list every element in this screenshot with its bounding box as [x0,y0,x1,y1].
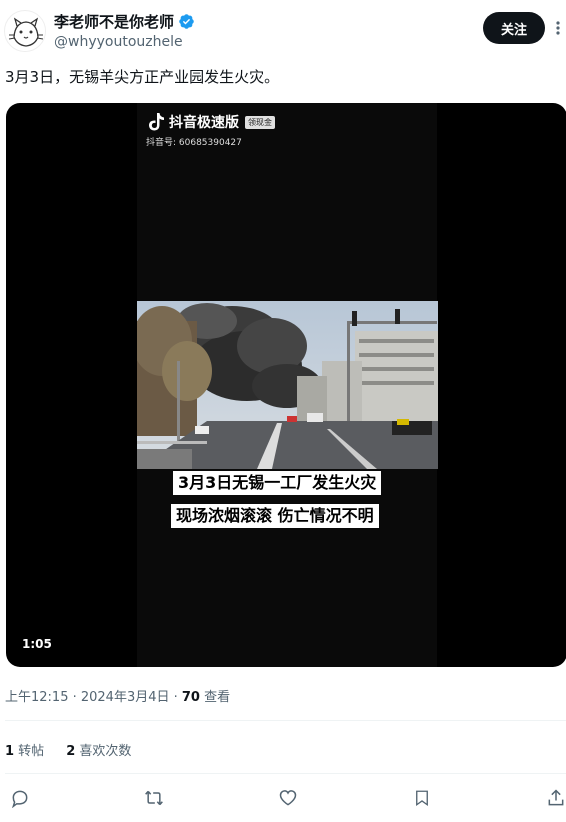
action-bar [0,786,566,812]
avatar[interactable] [4,10,46,52]
divider [5,720,566,721]
likes-label: 喜欢次数 [75,744,132,759]
video-caption-line2: 现场浓烟滚滚 伤亡情况不明 [171,504,379,528]
douyin-logo-icon [149,113,164,131]
likes-stat[interactable]: 2 喜欢次数 [66,740,131,759]
like-icon[interactable] [276,786,300,810]
tweet-header: 李老师不是你老师 @whyyoutouzhele 关注 [0,0,566,60]
video-thumbnail [137,301,438,469]
follow-button[interactable]: 关注 [483,12,545,44]
display-name[interactable]: 李老师不是你老师 [54,11,174,32]
watermark-id: 抖音号: 60685390427 [146,138,242,148]
divider [5,773,566,774]
retweets-stat[interactable]: 1 转帖 [5,740,44,759]
more-options-icon[interactable] [551,18,565,38]
video-caption-line1: 3月3日无锡一工厂发生火灾 [173,471,382,495]
bookmark-icon[interactable] [410,786,434,810]
video-player[interactable]: 抖音极速版 领现金 抖音号: 60685390427 3月3日无锡一工厂发生火灾… [6,103,566,667]
retweet-icon[interactable] [142,786,166,810]
tweet-timestamp[interactable]: 上午12:15 · 2024年3月4日 · [5,690,182,705]
video-duration: 1:05 [22,637,52,651]
author-handle[interactable]: @whyyoutouzhele [54,34,183,50]
douyin-watermark: 抖音极速版 领现金 [147,112,275,132]
retweets-label: 转帖 [14,744,45,759]
share-icon[interactable] [544,786,566,810]
tweet-stats: 1 转帖 2 喜欢次数 [5,740,131,759]
tweet-text: 3月3日，无锡羊尖方正产业园发生火灾。 [5,68,280,86]
tweet-meta: 上午12:15 · 2024年3月4日 · 70 查看 [5,686,230,705]
likes-count: 2 [66,744,76,759]
watermark-app-name: 抖音极速版 [169,115,239,131]
verified-badge-icon [179,14,194,29]
views-count: 70 [181,690,200,705]
retweets-count: 1 [5,744,15,759]
author-name-row[interactable]: 李老师不是你老师 [54,11,195,32]
reply-icon[interactable] [8,786,32,810]
watermark-badge: 领现金 [245,115,275,129]
views-label: 查看 [199,690,231,705]
